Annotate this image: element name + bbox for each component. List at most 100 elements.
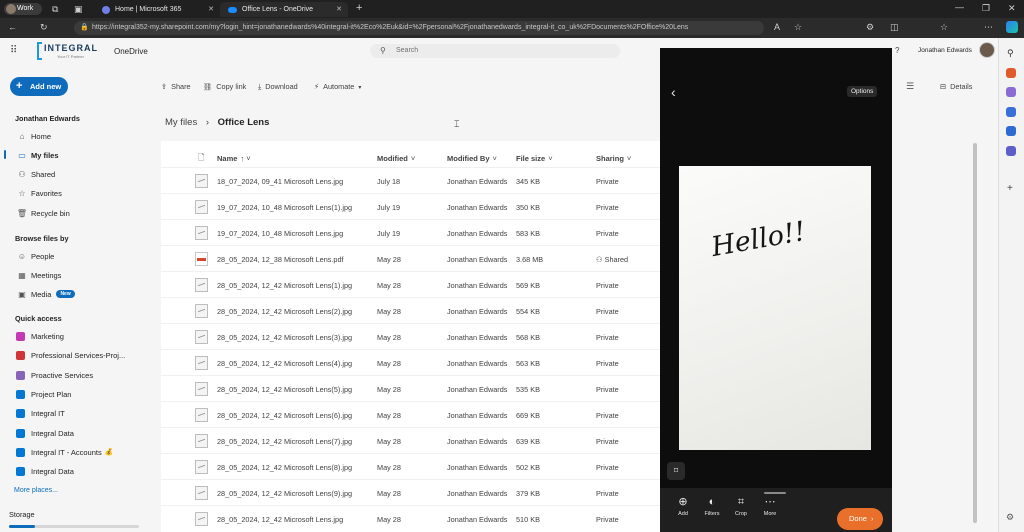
- close-window-icon[interactable]: ✕: [1008, 4, 1016, 13]
- app-name[interactable]: OneDrive: [114, 47, 148, 56]
- help-icon[interactable]: ?: [895, 46, 899, 55]
- integral-logo[interactable]: INTEGRAL Your IT Partner: [37, 42, 97, 62]
- file-name[interactable]: 28_05_2024, 12_38 Microsoft Lens.pdf: [217, 255, 344, 264]
- scrollbar[interactable]: [973, 143, 977, 523]
- search-box[interactable]: ⚲ Search: [370, 44, 620, 58]
- file-name[interactable]: 28_05_2024, 12_42 Microsoft Lens(4).jpg: [217, 359, 352, 368]
- favorite-star-icon[interactable]: ☆: [794, 23, 802, 32]
- file-name[interactable]: 28_05_2024, 12_42 Microsoft Lens(5).jpg: [217, 385, 352, 394]
- column-header-modified-by[interactable]: Modified By ˅: [447, 154, 497, 163]
- file-name[interactable]: 19_07_2024, 10_48 Microsoft Lens.jpg: [217, 229, 343, 238]
- table-row[interactable]: 28_05_2024, 12_42 Microsoft Lens(8).jpg M…: [161, 453, 661, 479]
- file-name[interactable]: 28_05_2024, 12_42 Microsoft Lens(3).jpg: [217, 333, 352, 342]
- column-header-sharing[interactable]: Sharing ˅: [596, 154, 631, 163]
- column-header-modified[interactable]: Modified ˅: [377, 154, 415, 163]
- file-name[interactable]: 28_05_2024, 12_42 Microsoft Lens(8).jpg: [217, 463, 352, 472]
- sidebar-item-people[interactable]: ☺ People: [16, 249, 54, 263]
- table-row[interactable]: 28_05_2024, 12_42 Microsoft Lens(7).jpg M…: [161, 427, 661, 453]
- view-options-icon[interactable]: ☰: [906, 81, 914, 92]
- sidebar-item-home[interactable]: ⌂ Home: [16, 129, 51, 143]
- filters-tool[interactable]: ◐ Filters: [698, 496, 726, 517]
- teams-icon[interactable]: [1006, 146, 1016, 156]
- quick-access-item[interactable]: Project Plan: [16, 387, 71, 401]
- close-tab-icon[interactable]: ✕: [336, 5, 342, 13]
- options-button[interactable]: Options: [847, 86, 878, 97]
- quick-access-item[interactable]: Professional Services-Proj...: [16, 348, 125, 362]
- file-name[interactable]: 28_05_2024, 12_42 Microsoft Lens(1).jpg: [217, 281, 352, 290]
- automate-button[interactable]: ⚡ Automate ▾: [314, 82, 361, 91]
- file-name[interactable]: 28_05_2024, 12_42 Microsoft Lens(6).jpg: [217, 411, 352, 420]
- quick-access-item[interactable]: Integral IT: [16, 406, 65, 420]
- workspaces-icon[interactable]: ⧉: [52, 5, 58, 14]
- user-avatar[interactable]: [979, 42, 995, 58]
- restore-icon[interactable]: ❐: [982, 4, 990, 13]
- sidebar-item-media[interactable]: ▣ Media New: [16, 287, 75, 301]
- close-tab-icon[interactable]: ✕: [208, 5, 214, 13]
- profile-button[interactable]: Work: [4, 3, 42, 15]
- back-icon[interactable]: ←: [8, 23, 17, 32]
- tools-icon[interactable]: [1006, 87, 1016, 97]
- sidebar-item-shared[interactable]: ⚇ Shared: [16, 167, 55, 181]
- quick-access-item[interactable]: Marketing: [16, 329, 64, 343]
- file-name[interactable]: 28_05_2024, 12_42 Microsoft Lens(2).jpg: [217, 307, 352, 316]
- url-field[interactable]: 🔒 https://integral352-my.sharepoint.com/…: [74, 21, 764, 35]
- favorites-icon[interactable]: ☆: [940, 23, 948, 32]
- table-row[interactable]: 28_05_2024, 12_42 Microsoft Lens(3).jpg M…: [161, 323, 661, 349]
- sidebar-item-recycle-bin[interactable]: 🗑 Recycle bin: [16, 206, 70, 220]
- breadcrumb-my-files[interactable]: My files: [165, 117, 197, 128]
- search-sidebar-icon[interactable]: ⚲: [1007, 48, 1014, 59]
- drag-handle[interactable]: [764, 492, 786, 494]
- quick-access-item[interactable]: Integral Data: [16, 464, 74, 478]
- sidebar-settings-icon[interactable]: ⚙: [1006, 512, 1014, 523]
- file-name[interactable]: 28_05_2024, 12_42 Microsoft Lens(9).jpg: [217, 489, 352, 498]
- table-row[interactable]: 28_05_2024, 12_42 Microsoft Lens(4).jpg M…: [161, 349, 661, 375]
- table-row[interactable]: 19_07_2024, 10_48 Microsoft Lens(1).jpg J…: [161, 193, 661, 219]
- sidebar-item-meetings[interactable]: ▦ Meetings: [16, 268, 61, 282]
- share-button[interactable]: ⇪ Share: [161, 82, 191, 91]
- app-launcher-icon[interactable]: ⠿: [10, 45, 17, 56]
- extensions-icon[interactable]: ⚙: [866, 23, 874, 32]
- refresh-icon[interactable]: ↻: [40, 23, 48, 32]
- file-name[interactable]: 28_05_2024, 12_42 Microsoft Lens.jpg: [217, 515, 343, 524]
- file-name[interactable]: 19_07_2024, 10_48 Microsoft Lens(1).jpg: [217, 203, 352, 212]
- copilot-icon[interactable]: [1006, 21, 1018, 33]
- read-aloud-icon[interactable]: A: [774, 23, 780, 32]
- download-button[interactable]: ⤓ Download: [258, 82, 298, 92]
- table-row[interactable]: 18_07_2024, 09_41 Microsoft Lens.jpg July…: [161, 167, 661, 193]
- shopping-icon[interactable]: [1006, 68, 1016, 78]
- table-row[interactable]: 28_05_2024, 12_38 Microsoft Lens.pdf May …: [161, 245, 661, 271]
- column-header-file-size[interactable]: File size ˅: [516, 154, 553, 163]
- details-button[interactable]: ⊟ Details: [940, 82, 972, 91]
- table-row[interactable]: 28_05_2024, 12_42 Microsoft Lens.jpg May …: [161, 505, 661, 531]
- new-tab-icon[interactable]: +: [356, 3, 362, 14]
- table-row[interactable]: 19_07_2024, 10_48 Microsoft Lens.jpg July…: [161, 219, 661, 245]
- add-tool[interactable]: ⊕ Add: [669, 496, 697, 517]
- sidebar-item-my-files[interactable]: ▭ My files: [16, 148, 58, 162]
- more-places-link[interactable]: More places...: [14, 487, 58, 494]
- minimize-icon[interactable]: —: [955, 3, 964, 12]
- tab-home-m365[interactable]: Home | Microsoft 365 ✕: [94, 2, 220, 17]
- done-button[interactable]: Done ›: [837, 508, 883, 530]
- outlook-icon[interactable]: [1006, 126, 1016, 136]
- quick-access-item[interactable]: Integral IT - Accounts 💰: [16, 445, 113, 459]
- file-name[interactable]: 18_07_2024, 09_41 Microsoft Lens.jpg: [217, 177, 343, 186]
- column-header-name[interactable]: Name ↑ ˅: [217, 154, 251, 163]
- add-new-button[interactable]: + Add new: [10, 77, 68, 96]
- file-name[interactable]: 28_05_2024, 12_42 Microsoft Lens(7).jpg: [217, 437, 352, 446]
- table-row[interactable]: 28_05_2024, 12_42 Microsoft Lens(1).jpg M…: [161, 271, 661, 297]
- office-icon[interactable]: [1006, 107, 1016, 117]
- sidebar-item-favorites[interactable]: ☆ Favorites: [16, 186, 61, 200]
- table-row[interactable]: 28_05_2024, 12_42 Microsoft Lens(5).jpg M…: [161, 375, 661, 401]
- table-row[interactable]: 28_05_2024, 12_42 Microsoft Lens(2).jpg M…: [161, 297, 661, 323]
- back-icon[interactable]: ‹: [671, 84, 676, 100]
- quick-access-item[interactable]: Proactive Services: [16, 368, 93, 382]
- tab-office-lens[interactable]: Office Lens - OneDrive ✕: [220, 2, 348, 17]
- quick-access-item[interactable]: Integral Data: [16, 426, 74, 440]
- more-browser-icon[interactable]: ⋯: [984, 23, 993, 32]
- table-row[interactable]: 28_05_2024, 12_42 Microsoft Lens(6).jpg M…: [161, 401, 661, 427]
- user-name[interactable]: Jonathan Edwards: [918, 47, 972, 54]
- reading-mode-button[interactable]: ⌑: [667, 462, 685, 480]
- add-sidebar-icon[interactable]: +: [1007, 183, 1013, 194]
- table-row[interactable]: 28_05_2024, 12_42 Microsoft Lens(9).jpg M…: [161, 479, 661, 505]
- tab-actions-icon[interactable]: ▣: [74, 5, 83, 14]
